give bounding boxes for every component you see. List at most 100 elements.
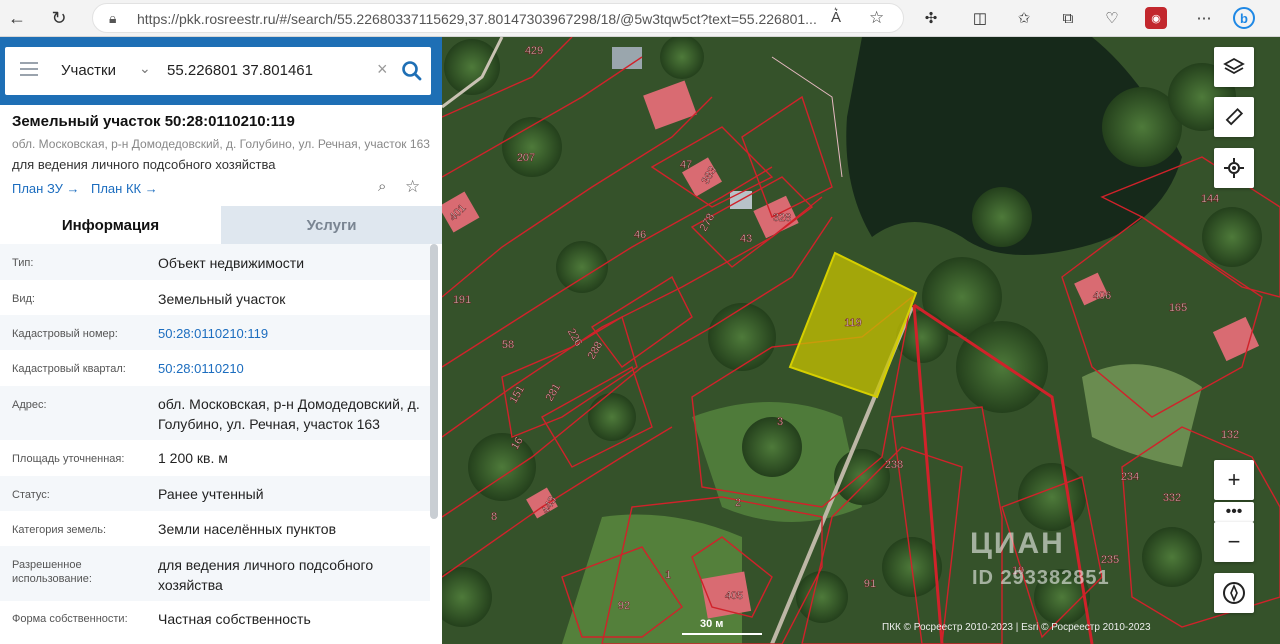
- row-label-cont: использование:: [12, 573, 92, 585]
- info-row: Кадастровый квартал: 50:28:0110210: [0, 350, 430, 386]
- info-row: Площадь уточненная: 1 200 кв. м: [0, 440, 430, 476]
- scale-label: 30 м: [700, 618, 724, 630]
- row-label: Вид:: [12, 293, 35, 305]
- parcel-number-label: 235: [1101, 554, 1119, 566]
- info-row: Форма собственности: Частная собственнос…: [0, 601, 430, 637]
- row-value: Земли населённых пунктов: [158, 521, 337, 537]
- favorites-icon[interactable]: ✩: [1013, 7, 1035, 29]
- search-icon[interactable]: [399, 58, 425, 84]
- menu-icon[interactable]: [20, 62, 38, 76]
- parcel-number-label: 429: [525, 45, 543, 57]
- cadastral-quarter-link[interactable]: 50:28:0110210: [158, 359, 426, 379]
- crosshair-icon: [1224, 158, 1244, 178]
- layers-icon: [1223, 57, 1245, 75]
- parcel-number-label: 91: [864, 578, 876, 590]
- info-row: Категория земель: Земли населённых пункт…: [0, 511, 430, 546]
- tree-clump: [956, 321, 1048, 413]
- tree-clump: [1202, 207, 1262, 267]
- plan-kk-link[interactable]: План КК →: [91, 181, 158, 196]
- compass-icon: [1223, 582, 1245, 604]
- compass-button[interactable]: [1214, 573, 1254, 613]
- row-label: Кадастровый номер:: [12, 328, 118, 340]
- more-zoom-icon[interactable]: •••: [1214, 502, 1254, 522]
- parcel-number-label: 328: [773, 212, 791, 224]
- collections-icon[interactable]: ⧉: [1057, 7, 1079, 29]
- panel-scrollbar[interactable]: [430, 244, 438, 519]
- info-row: Вид: Земельный участок: [0, 280, 430, 315]
- parcel-number-label: 132: [1221, 429, 1239, 441]
- parcel-number-label: 234: [1121, 471, 1139, 483]
- tree-clump: [972, 187, 1032, 247]
- tree-clump: [742, 417, 802, 477]
- tree-clump: [1142, 527, 1202, 587]
- row-label: Разрешенное: [12, 559, 82, 571]
- info-row: Статус: Ранее учтенный: [0, 476, 430, 511]
- read-aloud-icon[interactable]: A͛: [831, 9, 841, 26]
- parcel-number-label: 191: [453, 294, 471, 306]
- row-label: Статус:: [12, 489, 50, 501]
- tab-services[interactable]: Услуги: [221, 206, 442, 244]
- plan-zu-link[interactable]: План ЗУ →: [12, 181, 80, 196]
- parcel-number-label: 332: [1163, 492, 1181, 504]
- map-copyright: ПКК © Росреестр 2010-2023 | Esri © Росре…: [882, 622, 1151, 633]
- watermark-id: ID 293382851: [972, 567, 1110, 589]
- clear-icon[interactable]: ×: [377, 59, 388, 80]
- ruler-icon: [1225, 107, 1244, 126]
- bookmark-star-icon[interactable]: ☆: [405, 177, 420, 197]
- parcel-number-label: 58: [502, 339, 514, 351]
- ruler-button[interactable]: [1214, 97, 1254, 137]
- extensions-icon[interactable]: ✣: [920, 7, 942, 29]
- row-value: Объект недвижимости: [158, 255, 305, 271]
- cadastral-number-link[interactable]: 50:28:0110210:119: [158, 324, 426, 344]
- satellite-map[interactable]: 4292074011915815116844322628828147 383462…: [442, 37, 1280, 644]
- layers-button[interactable]: [1214, 47, 1254, 87]
- zoom-to-object-icon[interactable]: ⌕: [378, 178, 386, 195]
- profile-avatar[interactable]: ◉: [1145, 7, 1167, 29]
- row-label: Форма собственности:: [12, 613, 128, 625]
- search-strip: Участки ⌄ 55.226801 37.801461 × ‹: [0, 37, 442, 105]
- locate-button[interactable]: [1214, 148, 1254, 188]
- parcel-number-label: 119: [844, 317, 862, 329]
- row-value: Ранее учтенный: [158, 486, 264, 502]
- chevron-down-icon[interactable]: ⌄: [139, 60, 151, 77]
- tree-clump: [708, 303, 776, 371]
- row-label: Тип:: [12, 257, 34, 269]
- row-value: 1 200 кв. м: [158, 450, 228, 466]
- tree-clump: [588, 393, 636, 441]
- tab-bar: Информация Услуги: [0, 206, 442, 244]
- info-row: Разрешенное использование: для ведения л…: [0, 546, 430, 601]
- lock-icon: 🔒︎: [109, 10, 117, 26]
- row-label: Категория земель:: [12, 524, 107, 536]
- parcel-number-label: 3: [777, 416, 783, 428]
- tree-clump: [796, 571, 848, 623]
- browser-toolbar: ← ↻ 🔒︎ https://pkk.rosreestr.ru/#/search…: [0, 0, 1280, 37]
- parcel-use: для ведения личного подсобного хозяйства: [12, 157, 276, 172]
- address-bar[interactable]: 🔒︎ https://pkk.rosreestr.ru/#/search/55.…: [92, 3, 904, 33]
- favorite-star-icon[interactable]: ☆: [869, 8, 884, 28]
- tree-clump: [444, 39, 500, 95]
- parcel-number-label: 405: [725, 590, 743, 602]
- row-value: Частная собственность: [158, 611, 311, 627]
- bing-copilot-icon[interactable]: b: [1233, 7, 1255, 29]
- row-value: обл. Московская, р-н Домодедовский, д. Г…: [158, 396, 420, 432]
- parcel-number-label: 46: [634, 229, 646, 241]
- reload-icon[interactable]: ↻: [46, 6, 72, 30]
- row-label: Адрес:: [12, 399, 47, 411]
- tab-information[interactable]: Информация: [0, 206, 221, 244]
- search-type-select[interactable]: Участки: [61, 62, 116, 79]
- row-value: Земельный участок: [158, 291, 286, 307]
- search-input[interactable]: 55.226801 37.801461: [167, 62, 313, 79]
- info-table: Тип: Объект недвижимости Вид: Земельный …: [0, 244, 430, 637]
- tree-clump: [468, 433, 536, 501]
- zoom-in-button[interactable]: +: [1214, 460, 1254, 500]
- more-menu-icon[interactable]: ⋯: [1193, 7, 1215, 29]
- parcel-address: обл. Московская, р-н Домодедовский, д. Г…: [12, 137, 430, 151]
- back-icon[interactable]: ←: [4, 6, 30, 30]
- info-row: Кадастровый номер: 50:28:0110210:119: [0, 315, 430, 350]
- zoom-out-button[interactable]: −: [1214, 522, 1254, 562]
- url-text: https://pkk.rosreestr.ru/#/search/55.226…: [137, 11, 817, 27]
- parcel-number-label: 165: [1169, 302, 1187, 314]
- map-view[interactable]: 429 207 401 191 58 151 16 8 443 226 288 281 47 383 46 2…: [442, 37, 1280, 644]
- split-screen-icon[interactable]: ◫: [969, 7, 991, 29]
- performance-icon[interactable]: ♡: [1101, 7, 1123, 29]
